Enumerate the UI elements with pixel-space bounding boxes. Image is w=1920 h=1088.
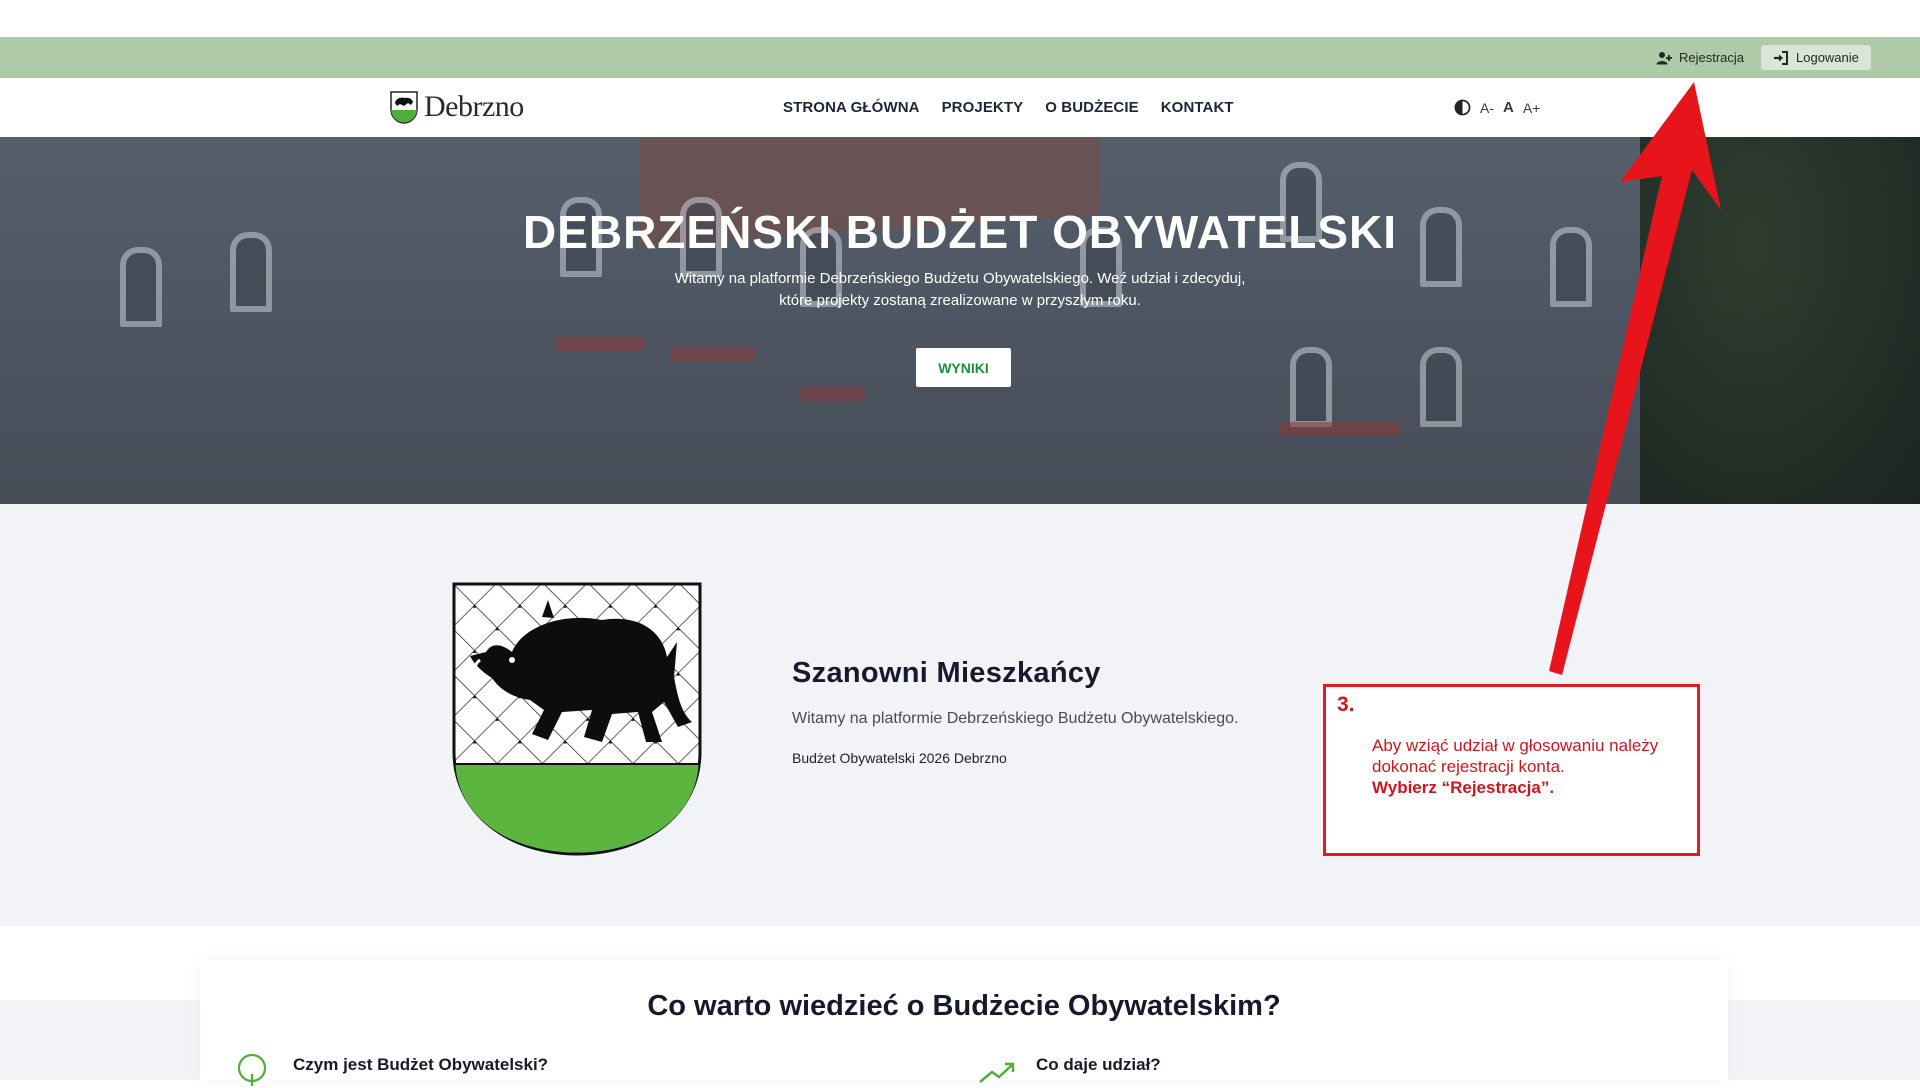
login-label: Logowanie	[1796, 50, 1859, 65]
accessibility-controls: A- A A+	[1454, 78, 1540, 137]
font-normal-button[interactable]: A	[1503, 99, 1514, 116]
hero-subtitle: Witamy na platformie Debrzeńskiego Budże…	[674, 270, 1246, 309]
register-link[interactable]: Rejestracja	[1646, 45, 1754, 70]
logo-text: Debrzno	[424, 90, 524, 123]
main-menu: STRONA GŁÓWNA PROJEKTY O BUDŻECIE KONTAK…	[783, 78, 1234, 137]
welcome-year-text: Budżet Obywatelski 2026 Debrzno	[792, 750, 1007, 766]
hero-bg-window	[1290, 347, 1332, 427]
hero-bg-flowers	[670, 347, 755, 361]
hero-title: DEBRZEŃSKI BUDŻET OBYWATELSKI	[522, 206, 1398, 258]
info-item-label: Czym jest Budżet Obywatelski?	[293, 1055, 549, 1074]
annotation-text: Aby wziąć udział w głosowaniu należy dok…	[1372, 735, 1697, 798]
info-item-benefits[interactable]: Co daje udział?	[978, 1050, 1161, 1088]
main-navbar: Debrzno STRONA GŁÓWNA PROJEKTY O BUDŻECI…	[0, 78, 1920, 137]
info-item-label: Co daje udział?	[1036, 1055, 1161, 1074]
contrast-icon[interactable]	[1454, 99, 1471, 116]
hero-bg-trees	[1640, 137, 1920, 504]
coat-of-arms-icon	[452, 582, 702, 856]
welcome-title: Szanowni Mieszkańcy	[792, 657, 1101, 689]
hero-bg-window	[120, 247, 162, 327]
hero-bg-window	[1420, 347, 1462, 427]
font-increase-button[interactable]: A+	[1523, 100, 1541, 116]
hero-banner: DEBRZEŃSKI BUDŻET OBYWATELSKI Witamy na …	[0, 137, 1920, 504]
hero-bg-flowers	[555, 337, 645, 351]
register-label: Rejestracja	[1679, 50, 1745, 65]
top-utility-bar: Rejestracja Logowanie	[0, 37, 1920, 78]
menu-item-about-budget[interactable]: O BUDŻECIE	[1045, 99, 1139, 116]
annotation-step-number: 3.	[1337, 693, 1355, 716]
login-icon	[1774, 50, 1788, 65]
site-logo[interactable]: Debrzno	[390, 90, 524, 124]
info-title: Co warto wiedzieć o Budżecie Obywatelski…	[647, 990, 1281, 1022]
hero-bg-flowers	[1280, 422, 1400, 436]
trend-up-icon	[979, 1062, 1015, 1083]
font-decrease-button[interactable]: A-	[1480, 100, 1494, 116]
info-item-what-is[interactable]: Czym jest Budżet Obywatelski?	[235, 1050, 548, 1088]
login-link[interactable]: Logowanie	[1761, 45, 1871, 70]
menu-item-contact[interactable]: KONTAKT	[1161, 99, 1234, 116]
lightbulb-icon	[237, 1053, 267, 1086]
coat-of-arms-logo-icon	[390, 90, 418, 124]
tutorial-annotation-box: 3. Aby wziąć udział w głosowaniu należy …	[1323, 684, 1700, 856]
welcome-text: Witamy na platformie Debrzeńskiego Budże…	[792, 710, 1239, 727]
info-section: Co warto wiedzieć o Budżecie Obywatelski…	[200, 960, 1728, 1086]
menu-item-home[interactable]: STRONA GŁÓWNA	[783, 99, 920, 116]
results-button[interactable]: WYNIKI	[916, 348, 1011, 387]
annotation-emphasis: Wybierz “Rejestracja”.	[1372, 778, 1555, 797]
hero-bg-flowers	[800, 387, 865, 401]
user-plus-icon	[1656, 51, 1672, 64]
annotation-instruction: Aby wziąć udział w głosowaniu należy dok…	[1372, 736, 1659, 776]
menu-item-projects[interactable]: PROJEKTY	[942, 99, 1024, 116]
